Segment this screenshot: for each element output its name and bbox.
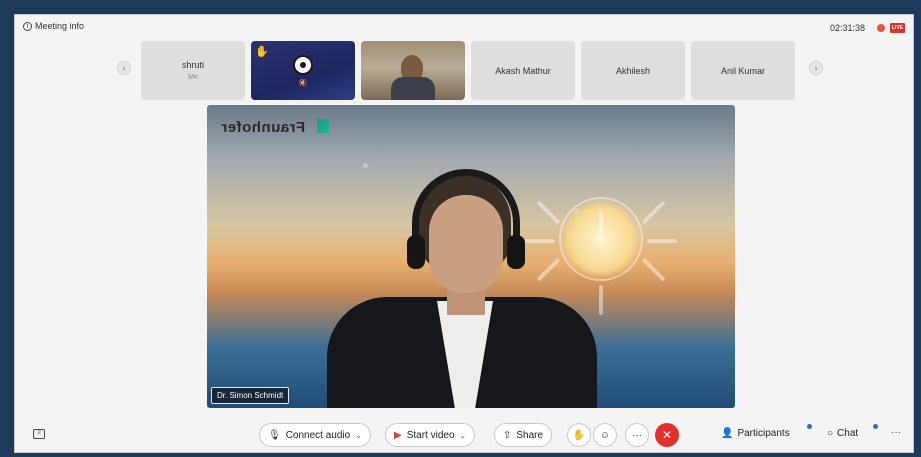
participants-label: Participants (737, 428, 790, 439)
chevron-down-icon[interactable]: ⌄ (355, 431, 362, 440)
sun-ray (647, 239, 677, 243)
obs-logo-icon (293, 54, 313, 75)
meeting-toolbar: ≡ 🎙 Connect audio ⌄ ▶ Start video ⌄ ⇧ Sh… (15, 420, 915, 450)
strip-next-button[interactable]: › (809, 61, 823, 75)
reaction-icon: ☺ (599, 429, 611, 441)
sun-ray (599, 211, 603, 241)
sun-ray (525, 239, 555, 243)
active-speaker-video: Fraunhofer Dr. Simon Schmidt (207, 105, 735, 408)
participant-tile-camera[interactable] (361, 41, 465, 100)
reactions-button[interactable]: ☺ (593, 423, 617, 447)
meeting-info-button[interactable]: i Meeting info (23, 21, 84, 31)
share-button[interactable]: ⇧ Share (494, 423, 553, 447)
close-icon: ✕ (661, 428, 673, 442)
participants-button[interactable]: 👤 Participants (721, 424, 812, 439)
participant-name: shruti (181, 60, 204, 70)
participant-name: Anil Kumar (720, 65, 765, 76)
chat-label: Chat (837, 428, 859, 439)
fraunhofer-logo-icon (317, 119, 329, 133)
notification-dot (807, 424, 812, 429)
speaker-name-tag: Dr. Simon Schmidt (211, 387, 290, 404)
headset-icon (412, 169, 520, 259)
participant-tile-akash[interactable]: Akash Mathur (471, 41, 575, 100)
sun-ray (641, 257, 666, 282)
participant-name: Akash Mathur (495, 65, 551, 76)
recording-indicator-icon (877, 24, 885, 32)
meeting-info-label: Meeting info (35, 21, 85, 31)
more-menu-icon[interactable]: ··· (891, 427, 901, 438)
raised-hand-icon: ✋ (255, 46, 269, 58)
sun-ray (536, 200, 561, 225)
live-badge: LIVE (889, 23, 905, 33)
meeting-window: i Meeting info 02:31:38 LIVE ‹ shruti Me… (14, 14, 914, 453)
video-off-icon: ▶ (394, 429, 402, 441)
info-icon: i (23, 21, 32, 31)
background-logo-text: Fraunhofer (221, 119, 306, 136)
start-video-button[interactable]: ▶ Start video ⌄ (385, 423, 476, 447)
share-label: Share (516, 429, 544, 441)
participant-video-body (391, 77, 435, 100)
hand-icon: ✋ (572, 429, 586, 441)
chat-button[interactable]: ○ Chat (827, 424, 878, 439)
participant-self-label: Me (188, 74, 198, 81)
raise-hand-button[interactable]: ✋ (567, 423, 591, 447)
connect-audio-label: Connect audio (285, 429, 351, 441)
muted-mic-icon: 🔇 (298, 79, 308, 87)
participants-icon: 👤 (721, 428, 734, 439)
more-icon: ··· (632, 429, 642, 441)
chat-icon: ○ (827, 428, 834, 439)
sun-ray (641, 200, 666, 225)
start-video-label: Start video (406, 429, 455, 441)
chevron-down-icon[interactable]: ⌄ (460, 431, 467, 440)
strip-prev-button[interactable]: ‹ (117, 61, 131, 75)
meeting-timer: 02:31:38 (829, 23, 865, 33)
participant-tile-anil[interactable]: Anil Kumar (691, 41, 795, 100)
headset-ear-right (507, 235, 525, 269)
connect-audio-button[interactable]: 🎙 Connect audio ⌄ (259, 423, 371, 447)
participant-tile-obs[interactable]: ✋ 🔇 (251, 41, 355, 100)
side-panel-icon[interactable]: ≡ (33, 429, 45, 439)
sun-ray (599, 285, 603, 315)
participant-name: Akhilesh (615, 65, 651, 76)
share-screen-icon: ⇧ (503, 429, 512, 441)
microphone-icon: 🎙 (268, 429, 281, 441)
headset-ear-left (407, 235, 425, 269)
end-call-button[interactable]: ✕ (655, 423, 679, 447)
more-options-button[interactable]: ··· (625, 423, 649, 447)
sun-ray (536, 257, 561, 282)
participant-tile-self[interactable]: shruti Me (141, 41, 245, 100)
notification-dot (873, 424, 878, 429)
participant-tile-akhilesh[interactable]: Akhilesh (581, 41, 685, 100)
